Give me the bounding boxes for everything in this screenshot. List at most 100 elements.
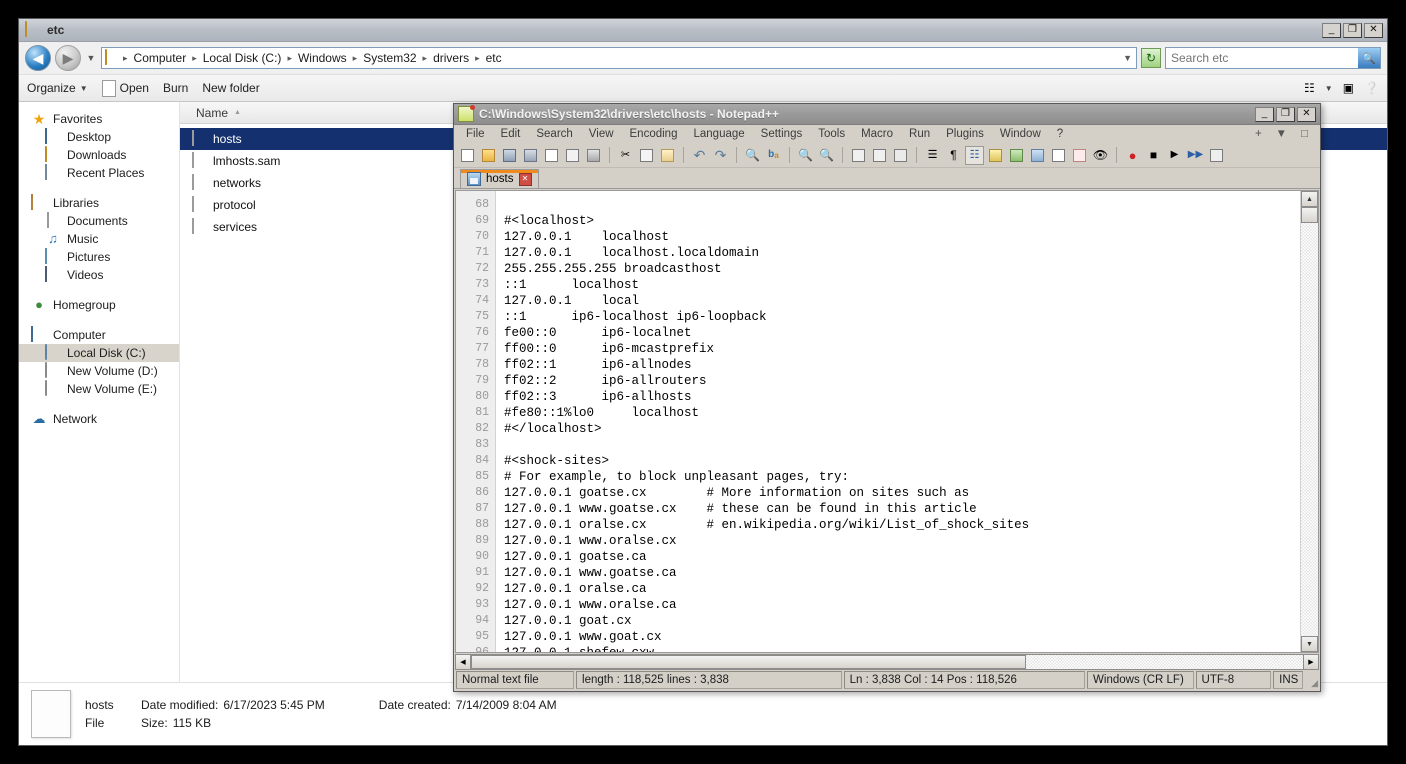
editor-text[interactable]: #<localhost> 127.0.0.1 localhost 127.0.0… bbox=[496, 191, 1300, 652]
search-icon[interactable]: 🔍 bbox=[1358, 48, 1380, 68]
sidebar-item-network[interactable]: ☁ Network bbox=[19, 410, 179, 428]
breadcrumb-item-computer[interactable]: Computer bbox=[130, 50, 191, 66]
menu-settings[interactable]: Settings bbox=[753, 128, 811, 140]
sidebar-item-new-volume-e[interactable]: New Volume (E:) bbox=[19, 380, 179, 398]
view-chevron-down-icon[interactable]: ▼ bbox=[1325, 84, 1333, 93]
sidebar-item-recent-places[interactable]: Recent Places bbox=[19, 164, 179, 182]
menu-help[interactable]: ? bbox=[1049, 128, 1071, 140]
print-preview-icon[interactable] bbox=[891, 146, 910, 165]
text-editor[interactable]: 68 69 70 71 72 73 74 75 76 77 78 79 80 8… bbox=[456, 191, 1300, 652]
new-folder-button[interactable]: New folder bbox=[202, 81, 259, 95]
breadcrumb[interactable]: ▸ Computer ▸ Local Disk (C:) ▸ Windows ▸… bbox=[101, 47, 1137, 69]
cut-icon[interactable]: ✂ bbox=[616, 146, 635, 165]
sidebar-item-homegroup[interactable]: ● Homegroup bbox=[19, 296, 179, 314]
tab-close-icon[interactable]: ✕ bbox=[518, 172, 532, 186]
horizontal-scroll-thumb[interactable] bbox=[471, 655, 1026, 669]
run-macro-dialog-icon[interactable] bbox=[1207, 146, 1226, 165]
horizontal-scroll-track[interactable] bbox=[471, 654, 1303, 670]
user-defined-language-icon[interactable] bbox=[986, 146, 1005, 165]
burn-button[interactable]: Burn bbox=[163, 81, 188, 95]
sync-vertical-scroll-icon[interactable] bbox=[849, 146, 868, 165]
help-icon[interactable]: ❔ bbox=[1364, 81, 1379, 95]
close-all-files-icon[interactable] bbox=[563, 146, 582, 165]
macro-stop-icon[interactable]: ■ bbox=[1144, 146, 1163, 165]
column-header-name[interactable]: Name ▲ bbox=[180, 106, 241, 120]
close-button[interactable]: ✕ bbox=[1364, 22, 1383, 38]
word-wrap-icon[interactable]: ☰ bbox=[923, 146, 942, 165]
minimize-button[interactable]: _ bbox=[1322, 22, 1341, 38]
macro-record-icon[interactable]: ● bbox=[1123, 146, 1142, 165]
scroll-down-button[interactable]: ▼ bbox=[1301, 636, 1318, 652]
redo-icon[interactable]: ↷ bbox=[711, 146, 730, 165]
scroll-right-button[interactable]: ▶ bbox=[1303, 654, 1319, 670]
document-map-icon[interactable] bbox=[1007, 146, 1026, 165]
close-file-icon[interactable] bbox=[542, 146, 561, 165]
sidebar-group-favorites[interactable]: ★ Favorites bbox=[19, 110, 179, 128]
sidebar-group-libraries[interactable]: Libraries bbox=[19, 194, 179, 212]
change-view-icon[interactable]: ☷ bbox=[1304, 81, 1315, 95]
menu-view[interactable]: View bbox=[581, 128, 622, 140]
sidebar-item-videos[interactable]: Videos bbox=[19, 266, 179, 284]
menu-plugins[interactable]: Plugins bbox=[938, 128, 992, 140]
sync-horizontal-scroll-icon[interactable] bbox=[870, 146, 889, 165]
breadcrumb-item-system32[interactable]: System32 bbox=[359, 50, 420, 66]
tab-hosts[interactable]: hosts ✕ bbox=[460, 169, 539, 188]
print-icon[interactable] bbox=[584, 146, 603, 165]
close-button[interactable]: ✕ bbox=[1297, 106, 1316, 122]
menu-file[interactable]: File bbox=[458, 128, 493, 140]
open-file-icon[interactable] bbox=[479, 146, 498, 165]
restore-button[interactable]: ❐ bbox=[1276, 106, 1295, 122]
breadcrumb-item-local-disk[interactable]: Local Disk (C:) bbox=[199, 50, 286, 66]
menu-edit[interactable]: Edit bbox=[493, 128, 529, 140]
vertical-scroll-track[interactable] bbox=[1301, 223, 1318, 636]
new-file-icon[interactable] bbox=[458, 146, 477, 165]
menu-encoding[interactable]: Encoding bbox=[622, 128, 686, 140]
organize-button[interactable]: Organize ▼ bbox=[27, 81, 88, 95]
recent-pages-dropdown-icon[interactable]: ▼ bbox=[85, 53, 97, 63]
search-input[interactable] bbox=[1166, 51, 1358, 65]
scroll-left-button[interactable]: ◀ bbox=[455, 654, 471, 670]
search-box[interactable]: 🔍 bbox=[1165, 47, 1381, 69]
menu-tools[interactable]: Tools bbox=[810, 128, 853, 140]
menu-search[interactable]: Search bbox=[528, 128, 580, 140]
sidebar-item-pictures[interactable]: Pictures bbox=[19, 248, 179, 266]
save-icon[interactable] bbox=[500, 146, 519, 165]
macro-play-icon[interactable]: ▶ bbox=[1165, 146, 1184, 165]
sidebar-item-desktop[interactable]: Desktop bbox=[19, 128, 179, 146]
menu-window[interactable]: Window bbox=[992, 128, 1049, 140]
new-tab-plus-icon[interactable]: + bbox=[1255, 128, 1262, 140]
breadcrumb-item-etc[interactable]: etc bbox=[482, 50, 506, 66]
refresh-icon[interactable]: ↻ bbox=[1141, 48, 1161, 68]
monitoring-icon[interactable]: 👁 bbox=[1091, 146, 1110, 165]
scroll-up-button[interactable]: ▲ bbox=[1301, 191, 1318, 207]
save-all-icon[interactable] bbox=[521, 146, 540, 165]
tab-list-chevron-down-icon[interactable]: ▼ bbox=[1276, 128, 1287, 140]
show-all-characters-icon[interactable]: ¶ bbox=[944, 146, 963, 165]
copy-icon[interactable] bbox=[637, 146, 656, 165]
macro-run-multiple-icon[interactable]: ▶▶ bbox=[1186, 146, 1205, 165]
menu-macro[interactable]: Macro bbox=[853, 128, 901, 140]
breadcrumb-dropdown-icon[interactable]: ▼ bbox=[1122, 53, 1133, 63]
sidebar-group-computer[interactable]: Computer bbox=[19, 326, 179, 344]
folder-as-workspace-icon[interactable] bbox=[1070, 146, 1089, 165]
resize-grip-icon[interactable]: ◢ bbox=[1305, 671, 1318, 689]
breadcrumb-item-drivers[interactable]: drivers bbox=[429, 50, 473, 66]
sidebar-item-downloads[interactable]: Downloads bbox=[19, 146, 179, 164]
breadcrumb-item-windows[interactable]: Windows bbox=[294, 50, 351, 66]
sidebar-item-documents[interactable]: Documents bbox=[19, 212, 179, 230]
zoom-in-icon[interactable]: 🔍 bbox=[796, 146, 815, 165]
zoom-out-icon[interactable]: 🔍 bbox=[817, 146, 836, 165]
forward-button[interactable]: ▶ bbox=[55, 45, 81, 71]
sidebar-item-music[interactable]: ♫ Music bbox=[19, 230, 179, 248]
menu-language[interactable]: Language bbox=[685, 128, 752, 140]
document-restore-icon[interactable]: □ bbox=[1301, 128, 1308, 140]
sidebar-item-local-disk-c[interactable]: Local Disk (C:) bbox=[19, 344, 179, 362]
open-button[interactable]: Open bbox=[101, 79, 149, 97]
restore-button[interactable]: ❐ bbox=[1343, 22, 1362, 38]
document-list-icon[interactable] bbox=[1028, 146, 1047, 165]
editor-vertical-scrollbar[interactable]: ▲ ▼ bbox=[1300, 191, 1318, 652]
replace-icon[interactable]: ba bbox=[764, 146, 783, 165]
menu-run[interactable]: Run bbox=[901, 128, 938, 140]
minimize-button[interactable]: _ bbox=[1255, 106, 1274, 122]
find-icon[interactable]: 🔍 bbox=[743, 146, 762, 165]
